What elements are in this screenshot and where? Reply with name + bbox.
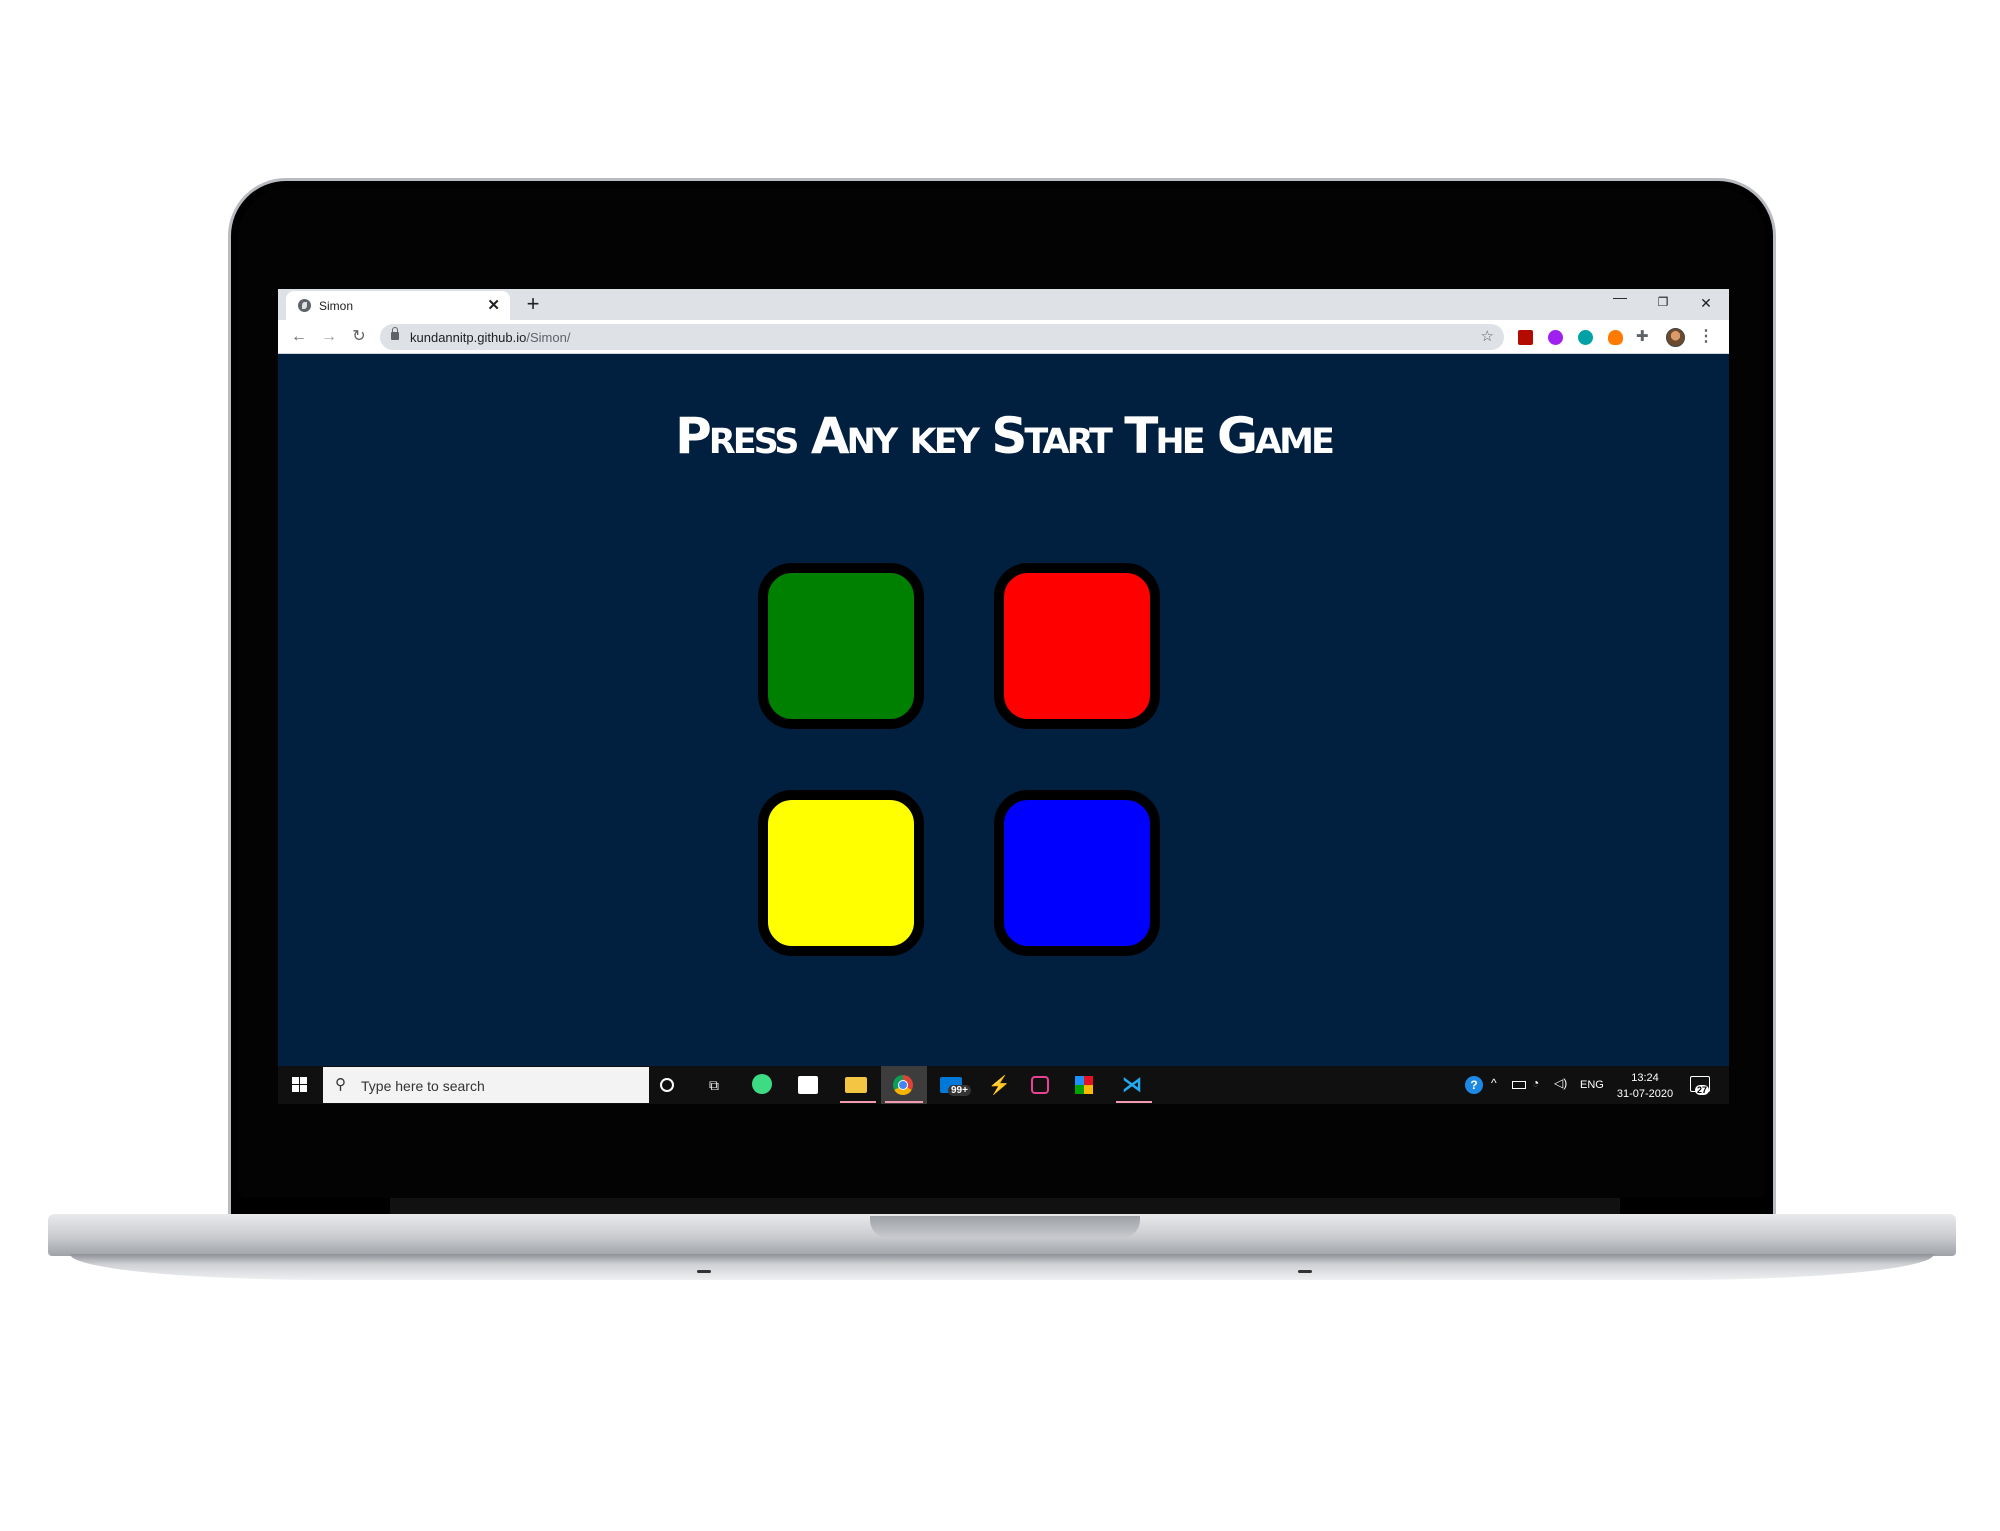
reload-icon[interactable]: ↻ [348,326,370,348]
red-button[interactable] [994,563,1160,729]
battery-icon[interactable] [1512,1081,1526,1089]
laptop-foot-left [697,1270,711,1273]
page: Simon ✕ + — ❐ ✕ ← → ↻ kundannitp.github.… [0,0,2000,1531]
cortana-icon[interactable] [660,1078,674,1092]
browser-tab-strip: Simon ✕ + — ❐ ✕ [278,289,1729,320]
minimize-button[interactable]: — [1610,289,1630,305]
volume-icon[interactable]: ◁) [1554,1076,1567,1090]
lock-icon [391,327,399,340]
profile-avatar[interactable] [1666,328,1685,347]
pdf-extension-icon[interactable] [1518,330,1533,345]
tiles-app-icon[interactable] [1075,1076,1093,1094]
tab-close-icon[interactable]: ✕ [487,296,500,314]
terminal-icon[interactable] [1031,1076,1049,1094]
notification-count: 27 [1695,1085,1710,1095]
task-view-icon[interactable]: ⧉ [703,1074,725,1096]
clock-time: 13:24 [1631,1072,1659,1084]
chrome-icon[interactable] [893,1075,913,1095]
store-icon[interactable] [798,1076,818,1094]
yellow-button[interactable] [758,790,924,956]
windows-start-icon[interactable] [292,1077,308,1093]
browser-toolbar: ← → ↻ kundannitp.github.io/Simon/ ☆ ✚ ⋮ [278,320,1729,354]
url-text: kundannitp.github.io/Simon/ [410,330,570,345]
chevron-up-icon[interactable]: ^ [1491,1076,1497,1090]
android-studio-icon[interactable] [752,1074,772,1094]
taskbar-search-box[interactable]: ⚲ Type here to search [323,1067,649,1103]
taskbar: ⚲ Type here to search ⧉ 99+ ⚡ ⋊ ? ^ ◔ ◁) [278,1066,1729,1104]
green-button[interactable] [758,563,924,729]
new-tab-button[interactable]: + [520,291,546,317]
visual-studio-icon[interactable]: ⚡ [988,1074,1010,1096]
vscode-icon[interactable]: ⋊ [1121,1074,1143,1096]
browser-menu-icon[interactable]: ⋮ [1698,326,1714,346]
running-indicator [840,1101,876,1103]
bookmark-star-icon[interactable]: ☆ [1481,327,1494,345]
file-explorer-icon[interactable] [845,1077,867,1093]
address-bar[interactable]: kundannitp.github.io/Simon/ ☆ [380,324,1504,350]
globe-icon [298,299,311,312]
search-placeholder: Type here to search [361,1078,485,1094]
close-window-button[interactable]: ✕ [1696,295,1716,312]
browser-tab[interactable]: Simon ✕ [286,291,510,320]
clock[interactable]: 13:24 31-07-2020 [1610,1070,1680,1102]
wifi-icon[interactable]: ◔ [1532,1076,1539,1090]
game-title: Press Any key Start The Game [675,407,1335,465]
screen: Simon ✕ + — ❐ ✕ ← → ↻ kundannitp.github.… [278,289,1729,1104]
extensions-puzzle-icon[interactable]: ✚ [1636,327,1649,345]
laptop-notch [870,1216,1140,1238]
url-host: kundannitp.github.io [410,330,527,345]
blue-button[interactable] [994,790,1160,956]
running-indicator [885,1101,923,1103]
running-indicator [1116,1101,1152,1103]
mail-badge: 99+ [948,1085,971,1096]
laptop-base-lip [70,1254,1934,1280]
restore-button[interactable]: ❐ [1653,295,1673,309]
language-indicator[interactable]: ENG [1580,1079,1604,1091]
extension-fire-icon[interactable] [1608,330,1623,345]
laptop-foot-right [1298,1270,1312,1273]
tab-title: Simon [319,299,354,313]
help-icon[interactable]: ? [1465,1076,1483,1094]
forward-arrow-icon[interactable]: → [318,326,340,348]
url-path: /Simon/ [526,330,571,345]
extension-purple-icon[interactable] [1548,330,1563,345]
extension-m-icon[interactable] [1578,330,1593,345]
clock-date: 31-07-2020 [1616,1088,1674,1100]
search-icon: ⚲ [335,1076,346,1093]
back-arrow-icon[interactable]: ← [288,326,310,348]
